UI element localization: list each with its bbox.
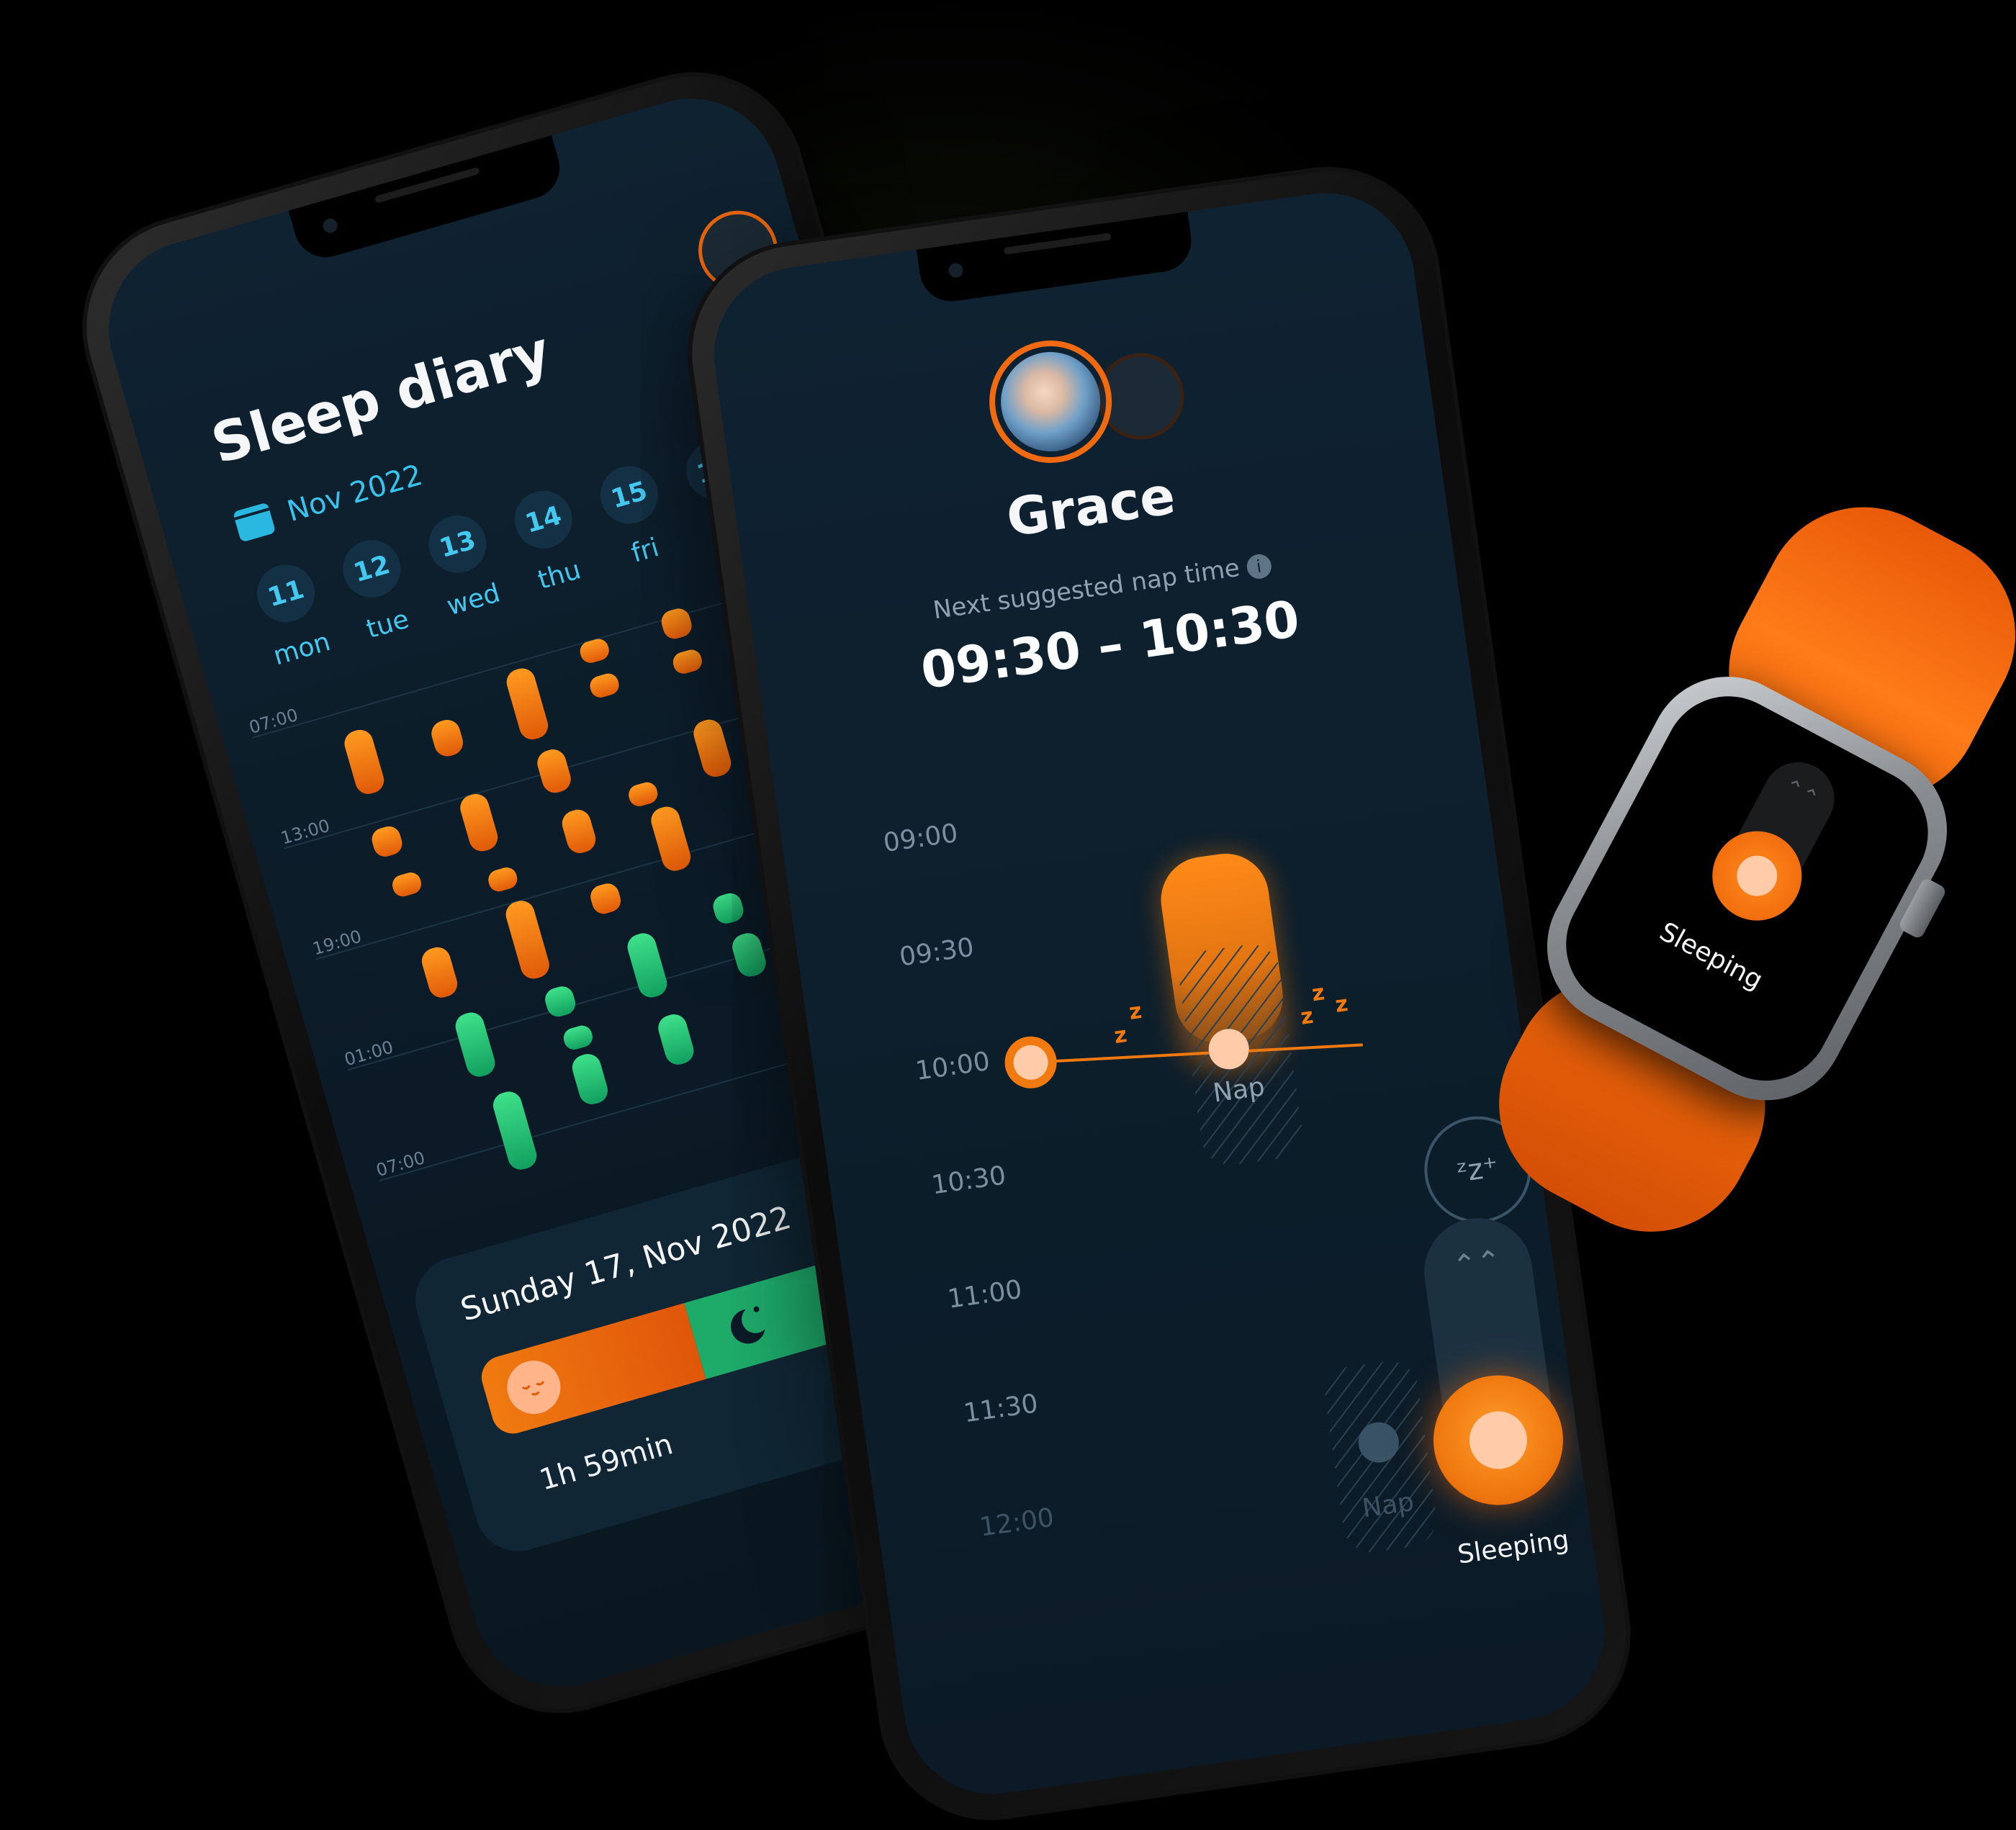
nap-block[interactable] bbox=[503, 898, 552, 982]
day-number: 12 bbox=[336, 533, 408, 605]
nap-block[interactable] bbox=[626, 780, 660, 808]
sleep-duration: 1h 59min bbox=[536, 1428, 677, 1497]
day-item[interactable]: 14 thu bbox=[508, 484, 591, 598]
time-axis-label: 07:00 bbox=[374, 1148, 427, 1181]
day-name: thu bbox=[534, 555, 585, 596]
info-icon[interactable]: i bbox=[1245, 552, 1273, 580]
nap-block[interactable] bbox=[659, 606, 694, 641]
day-number: 13 bbox=[422, 508, 493, 580]
nap-block[interactable] bbox=[428, 717, 466, 760]
nap-block[interactable] bbox=[648, 803, 693, 874]
phone-notch bbox=[288, 135, 567, 265]
day-item[interactable]: 13 wed bbox=[422, 508, 505, 622]
day-name: fri bbox=[628, 533, 662, 569]
sleeping-face-icon bbox=[1465, 1407, 1531, 1473]
night-sleep-block[interactable] bbox=[624, 930, 670, 1001]
nap-block[interactable] bbox=[670, 647, 704, 676]
nap-block[interactable] bbox=[588, 671, 621, 700]
day-item[interactable]: 11 mon bbox=[250, 557, 334, 672]
speaker-grille bbox=[374, 166, 480, 204]
chevron-up-icon: ⌃⌃ bbox=[1451, 1243, 1503, 1284]
day-number: 14 bbox=[508, 484, 580, 556]
nap-block[interactable] bbox=[577, 636, 611, 665]
night-sleep-block[interactable] bbox=[542, 983, 577, 1019]
day-number: 15 bbox=[593, 459, 665, 531]
night-sleep-block[interactable] bbox=[490, 1088, 540, 1173]
nap-block[interactable] bbox=[369, 824, 405, 859]
nap-block[interactable] bbox=[559, 807, 598, 857]
day-name: wed bbox=[444, 578, 504, 622]
month-selector[interactable]: Nov 2022 bbox=[233, 459, 426, 544]
sleep-z-mark: z bbox=[1112, 1022, 1128, 1049]
sleeping-face-icon bbox=[500, 1354, 567, 1420]
night-sleep-block[interactable] bbox=[711, 891, 746, 926]
nap-block[interactable] bbox=[503, 665, 551, 742]
time-axis-label: 07:00 bbox=[247, 705, 300, 738]
time-axis-label: 19:00 bbox=[310, 926, 364, 959]
camera-dot bbox=[321, 217, 340, 235]
child-photo bbox=[994, 346, 1107, 458]
nap-block[interactable] bbox=[341, 727, 387, 798]
chevron-up-icon: ⌃⌃ bbox=[1779, 773, 1824, 813]
sleep-z-mark: z bbox=[1310, 980, 1326, 1006]
moon-icon bbox=[730, 1306, 765, 1344]
calendar-icon bbox=[233, 502, 276, 543]
night-sleep-block[interactable] bbox=[655, 1011, 697, 1068]
nap-segment[interactable] bbox=[476, 1302, 706, 1439]
month-label: Nov 2022 bbox=[283, 458, 426, 529]
day-name: tue bbox=[363, 604, 413, 645]
nap-block[interactable] bbox=[419, 945, 461, 1001]
night-sleep-block[interactable] bbox=[562, 1023, 595, 1052]
sleep-z-mark: z bbox=[1128, 999, 1143, 1025]
night-sleep-block[interactable] bbox=[452, 1009, 498, 1080]
child-avatar[interactable] bbox=[981, 332, 1120, 471]
time-axis-label: 13:00 bbox=[279, 816, 332, 849]
nap-block[interactable] bbox=[486, 865, 520, 894]
night-sleep-block[interactable] bbox=[570, 1051, 611, 1107]
time-axis-label: 01:00 bbox=[342, 1037, 395, 1070]
smartwatch: ⌃⌃ Sleeping bbox=[1463, 472, 2016, 1268]
day-item[interactable]: 12 tue bbox=[336, 533, 420, 647]
nap-block[interactable] bbox=[690, 716, 734, 780]
night-sleep-block[interactable] bbox=[729, 930, 769, 980]
nap-block[interactable] bbox=[390, 870, 424, 899]
page-title: Sleep diary bbox=[204, 318, 557, 477]
sleeping-face-icon bbox=[1729, 848, 1785, 903]
phone-notch bbox=[916, 211, 1196, 306]
sleep-z-mark: z bbox=[1333, 991, 1349, 1018]
day-item[interactable]: 15 fri bbox=[593, 459, 677, 573]
camera-dot bbox=[948, 262, 964, 279]
day-number: 11 bbox=[250, 557, 322, 629]
nap-block[interactable] bbox=[534, 747, 574, 796]
nap-block[interactable] bbox=[588, 881, 623, 916]
sleep-z-mark: z bbox=[1299, 1004, 1315, 1030]
zzz-plus-icon: ᶻz⁺ bbox=[1455, 1150, 1500, 1189]
speaker-grille bbox=[1003, 233, 1112, 255]
nap-block[interactable] bbox=[457, 791, 501, 855]
day-name: mon bbox=[270, 626, 334, 672]
